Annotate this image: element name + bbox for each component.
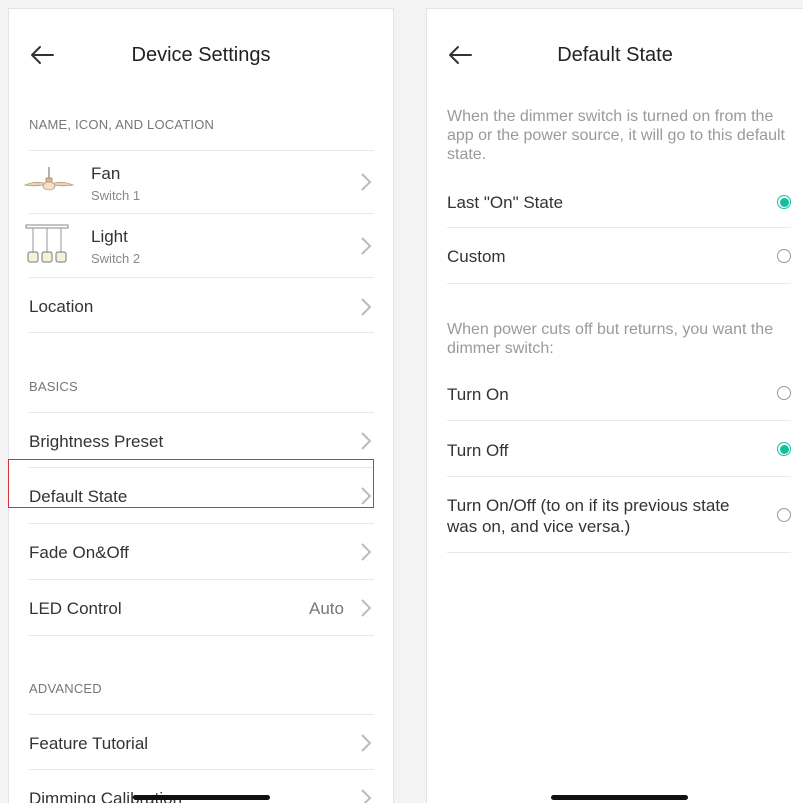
option-custom[interactable]: Custom: [447, 228, 791, 284]
chevron-right-icon: [361, 734, 372, 752]
led-control-label: LED Control: [29, 599, 122, 618]
home-indicator: [133, 795, 270, 800]
pendant-light-icon: [25, 224, 69, 263]
led-control-value: Auto: [309, 599, 344, 618]
section-header-name: NAME, ICON, AND LOCATION: [29, 117, 215, 132]
option-label: Last "On" State: [447, 193, 564, 212]
chevron-right-icon: [361, 789, 372, 803]
radio-selected[interactable]: [777, 442, 791, 456]
option-last-on-state[interactable]: Last "On" State: [447, 177, 791, 228]
ceiling-fan-icon: [23, 167, 75, 191]
chevron-right-icon: [361, 487, 372, 505]
chevron-right-icon: [361, 298, 372, 316]
light-sublabel: Switch 2: [91, 251, 141, 266]
feature-tutorial-label: Feature Tutorial: [29, 734, 149, 753]
nav-bar: Device Settings: [9, 39, 393, 73]
fade-item[interactable]: Fade On&Off: [29, 524, 374, 580]
chevron-right-icon: [361, 543, 372, 561]
option-turn-on[interactable]: Turn On: [447, 365, 791, 421]
nav-bar: Default State: [427, 39, 803, 73]
default-state-label: Default State: [29, 487, 128, 506]
page-title: Default State: [557, 44, 673, 66]
location-label: Location: [29, 297, 94, 316]
chevron-right-icon: [361, 599, 372, 617]
radio-unselected[interactable]: [777, 249, 791, 263]
page-title: Device Settings: [131, 44, 271, 66]
device-settings-screen: Device Settings NAME, ICON, AND LOCATION…: [8, 8, 394, 803]
brightness-preset-label: Brightness Preset: [29, 432, 164, 451]
option-turn-off[interactable]: Turn Off: [447, 421, 791, 477]
option-label: Turn On/Off (to on if its previous state…: [447, 496, 730, 536]
option-label: Turn Off: [447, 441, 509, 460]
radio-unselected[interactable]: [777, 386, 791, 400]
feature-tutorial-item[interactable]: Feature Tutorial: [29, 715, 374, 770]
default-state-screen: Default State When the dimmer switch is …: [426, 8, 803, 803]
light-label: Light: [91, 227, 128, 246]
chevron-right-icon: [361, 237, 372, 255]
chevron-right-icon: [361, 432, 372, 450]
option-label: Turn On: [447, 385, 509, 404]
chevron-right-icon: [361, 173, 372, 191]
led-control-item[interactable]: LED Control Auto: [29, 580, 374, 636]
fan-sublabel: Switch 1: [91, 188, 141, 203]
default-state-item[interactable]: Default State: [29, 468, 374, 524]
option-label: Custom: [447, 247, 506, 266]
brightness-preset-item[interactable]: Brightness Preset: [29, 413, 374, 468]
radio-selected[interactable]: [777, 195, 791, 209]
fan-item[interactable]: Fan Switch 1: [23, 151, 374, 214]
section-header-advanced: ADVANCED: [29, 681, 102, 696]
section-header-basics: BASICS: [29, 379, 78, 394]
fan-label: Fan: [91, 164, 121, 183]
option-turn-on-off[interactable]: Turn On/Off (to on if its previous state…: [447, 477, 791, 553]
fade-label: Fade On&Off: [29, 543, 129, 562]
radio-unselected[interactable]: [777, 508, 791, 522]
light-item[interactable]: Light Switch 2: [25, 214, 374, 278]
home-indicator: [551, 795, 688, 800]
default-state-description: When the dimmer switch is turned on from…: [447, 108, 785, 163]
power-return-description: When power cuts off but returns, you wan…: [447, 321, 774, 357]
location-item[interactable]: Location: [29, 278, 374, 333]
